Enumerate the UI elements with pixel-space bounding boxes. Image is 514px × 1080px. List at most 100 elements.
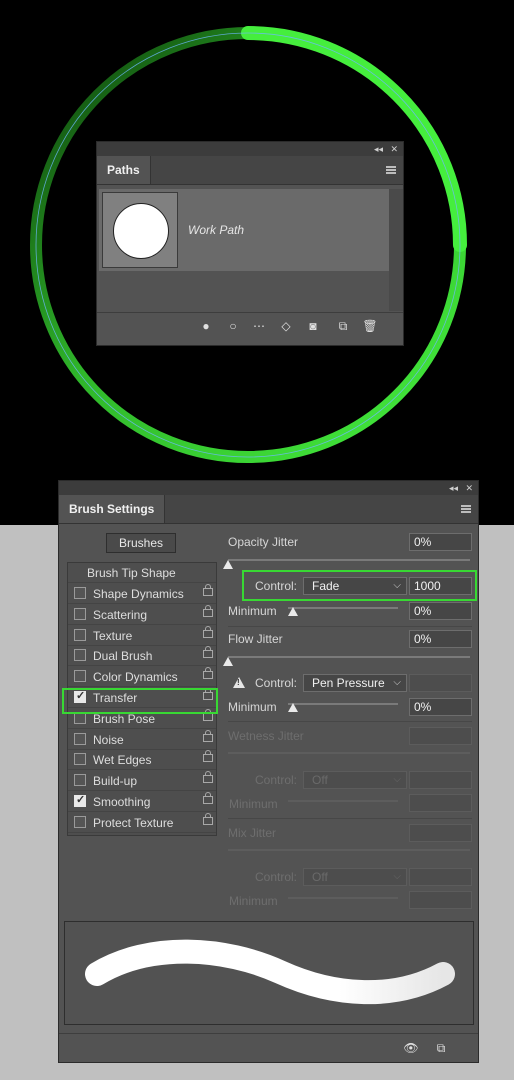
divider — [228, 721, 472, 722]
add-mask-icon[interactable]: ◙ — [305, 318, 321, 334]
checkbox[interactable] — [74, 649, 86, 662]
wetness-jitter-label: Wetness Jitter — [228, 729, 304, 743]
flow-jitter-label: Flow Jitter — [228, 632, 283, 646]
panel-topbar: ◂◂ ✕ — [97, 142, 403, 156]
list-item-label: Smoothing — [93, 795, 151, 809]
slider-thumb[interactable] — [288, 703, 298, 712]
flow-control-field[interactable] — [409, 674, 472, 692]
close-icon[interactable]: ✕ — [390, 143, 398, 155]
chevron-down-icon: ⌵ — [393, 774, 401, 785]
path-to-selection-icon[interactable]: ◇ — [278, 318, 294, 334]
selection-to-path-icon[interactable]: ⋯ — [251, 318, 267, 334]
scrollbar[interactable] — [389, 189, 403, 311]
tab-paths[interactable]: Paths — [97, 156, 151, 184]
flow-minimum-field[interactable]: 0% — [409, 698, 472, 716]
flow-jitter-field[interactable]: 0% — [409, 630, 472, 648]
wetness-control-field — [409, 771, 472, 789]
list-item-label: Protect Texture — [93, 815, 174, 830]
checkbox[interactable] — [74, 607, 86, 620]
lock-icon[interactable] — [203, 667, 213, 680]
chevron-down-icon: ⌵ — [393, 677, 401, 688]
slider-thumb[interactable] — [223, 560, 233, 569]
list-item-label: Build-up — [93, 774, 138, 789]
opacity-control-select[interactable]: Fade ⌵ — [303, 577, 407, 595]
mix-minimum-slider — [288, 897, 398, 899]
wetness-minimum-slider — [288, 800, 398, 802]
flow-minimum-slider[interactable] — [288, 703, 398, 705]
list-item-color-dynamics[interactable]: Color Dynamics — [68, 667, 216, 688]
opacity-minimum-field[interactable]: 0% — [409, 602, 472, 620]
flow-jitter-slider[interactable] — [228, 656, 470, 658]
list-item-protect-texture[interactable]: Protect Texture — [68, 812, 216, 833]
checkbox[interactable] — [74, 587, 86, 599]
opacity-jitter-slider[interactable] — [228, 559, 470, 561]
slider-thumb[interactable] — [223, 657, 233, 666]
collapse-arrows-icon[interactable]: ◂◂ — [449, 482, 458, 494]
paths-footer: ● ○ ⋯ ◇ ◙ ⧉ 🗑 — [97, 312, 403, 339]
list-item-texture[interactable]: Texture — [68, 625, 216, 646]
lock-icon[interactable] — [203, 646, 213, 659]
checkbox[interactable] — [74, 732, 86, 745]
wetness-control-select: Off ⌵ — [303, 771, 407, 789]
menu-icon[interactable] — [461, 505, 471, 513]
checkbox[interactable] — [74, 628, 86, 641]
opacity-jitter-field[interactable]: 0% — [409, 533, 472, 551]
brush-settings-panel: ◂◂ ✕ Brush Settings Brushes Brush Tip Sh… — [58, 480, 479, 1063]
mix-jitter-field — [409, 824, 472, 842]
list-item-label: Texture — [93, 628, 133, 643]
lock-icon[interactable] — [203, 729, 213, 742]
stroke-path-icon[interactable]: ○ — [225, 318, 241, 334]
list-item-brush-tip-shape[interactable]: Brush Tip Shape — [68, 563, 216, 583]
mix-minimum-label: Minimum — [229, 894, 278, 908]
brush-stroke-preview — [64, 921, 474, 1025]
close-icon[interactable]: ✕ — [465, 482, 473, 494]
chevron-down-icon: ⌵ — [393, 580, 401, 591]
divider — [228, 818, 472, 819]
path-item-work-path[interactable]: Work Path — [99, 189, 389, 271]
opacity-minimum-slider[interactable] — [288, 607, 398, 609]
lock-icon[interactable] — [203, 771, 213, 784]
list-item-smoothing[interactable]: Smoothing — [68, 792, 216, 812]
menu-icon[interactable] — [386, 166, 396, 174]
fill-path-icon[interactable]: ● — [198, 318, 214, 334]
lock-icon[interactable] — [203, 584, 213, 596]
toggle-preview-icon[interactable]: 👁 — [403, 1040, 419, 1056]
new-path-icon[interactable]: ⧉ — [335, 318, 351, 334]
wetness-control-label: Control: — [255, 773, 298, 787]
lock-icon[interactable] — [203, 750, 213, 763]
wetness-minimum-label: Minimum — [229, 797, 278, 811]
lock-icon[interactable] — [203, 625, 213, 638]
delete-icon[interactable]: 🗑 — [362, 318, 378, 334]
checkbox[interactable] — [74, 753, 86, 766]
lock-icon[interactable] — [203, 792, 213, 804]
checkbox[interactable] — [74, 793, 86, 807]
new-preset-icon[interactable]: ⧉ — [433, 1040, 449, 1056]
list-item-noise[interactable]: Noise — [68, 729, 216, 750]
list-item-shape-dynamics[interactable]: Shape Dynamics — [68, 584, 216, 604]
checkbox[interactable] — [74, 815, 86, 828]
list-item-build-up[interactable]: Build-up — [68, 771, 216, 792]
list-item-scattering[interactable]: Scattering — [68, 604, 216, 625]
mix-jitter-label: Mix Jitter — [228, 826, 276, 840]
lock-icon[interactable] — [203, 604, 213, 617]
brushes-button[interactable]: Brushes — [106, 533, 176, 553]
stroke-preview-graphic — [85, 939, 455, 1005]
checkbox[interactable] — [74, 670, 86, 683]
path-name[interactable]: Work Path — [188, 223, 244, 237]
wetness-jitter-field — [409, 727, 472, 745]
transfer-highlight — [62, 688, 218, 714]
slider-thumb[interactable] — [288, 607, 298, 616]
wetness-minimum-field — [409, 794, 472, 812]
circle-path-thumbnail — [113, 203, 169, 259]
list-item-dual-brush[interactable]: Dual Brush — [68, 646, 216, 667]
lock-icon[interactable] — [203, 812, 213, 825]
fade-steps-field[interactable]: 1000 — [409, 577, 472, 595]
list-item-wet-edges[interactable]: Wet Edges — [68, 750, 216, 771]
mix-control-field — [409, 868, 472, 886]
checkbox[interactable] — [74, 774, 86, 787]
list-item-label: Wet Edges — [93, 753, 152, 768]
collapse-arrows-icon[interactable]: ◂◂ — [374, 143, 383, 155]
flow-control-select[interactable]: Pen Pressure ⌵ — [303, 674, 407, 692]
tab-brush-settings[interactable]: Brush Settings — [59, 495, 166, 523]
paths-panel: ◂◂ ✕ Paths Work Path ● ○ ⋯ ◇ ◙ ⧉ 🗑 — [96, 141, 404, 346]
